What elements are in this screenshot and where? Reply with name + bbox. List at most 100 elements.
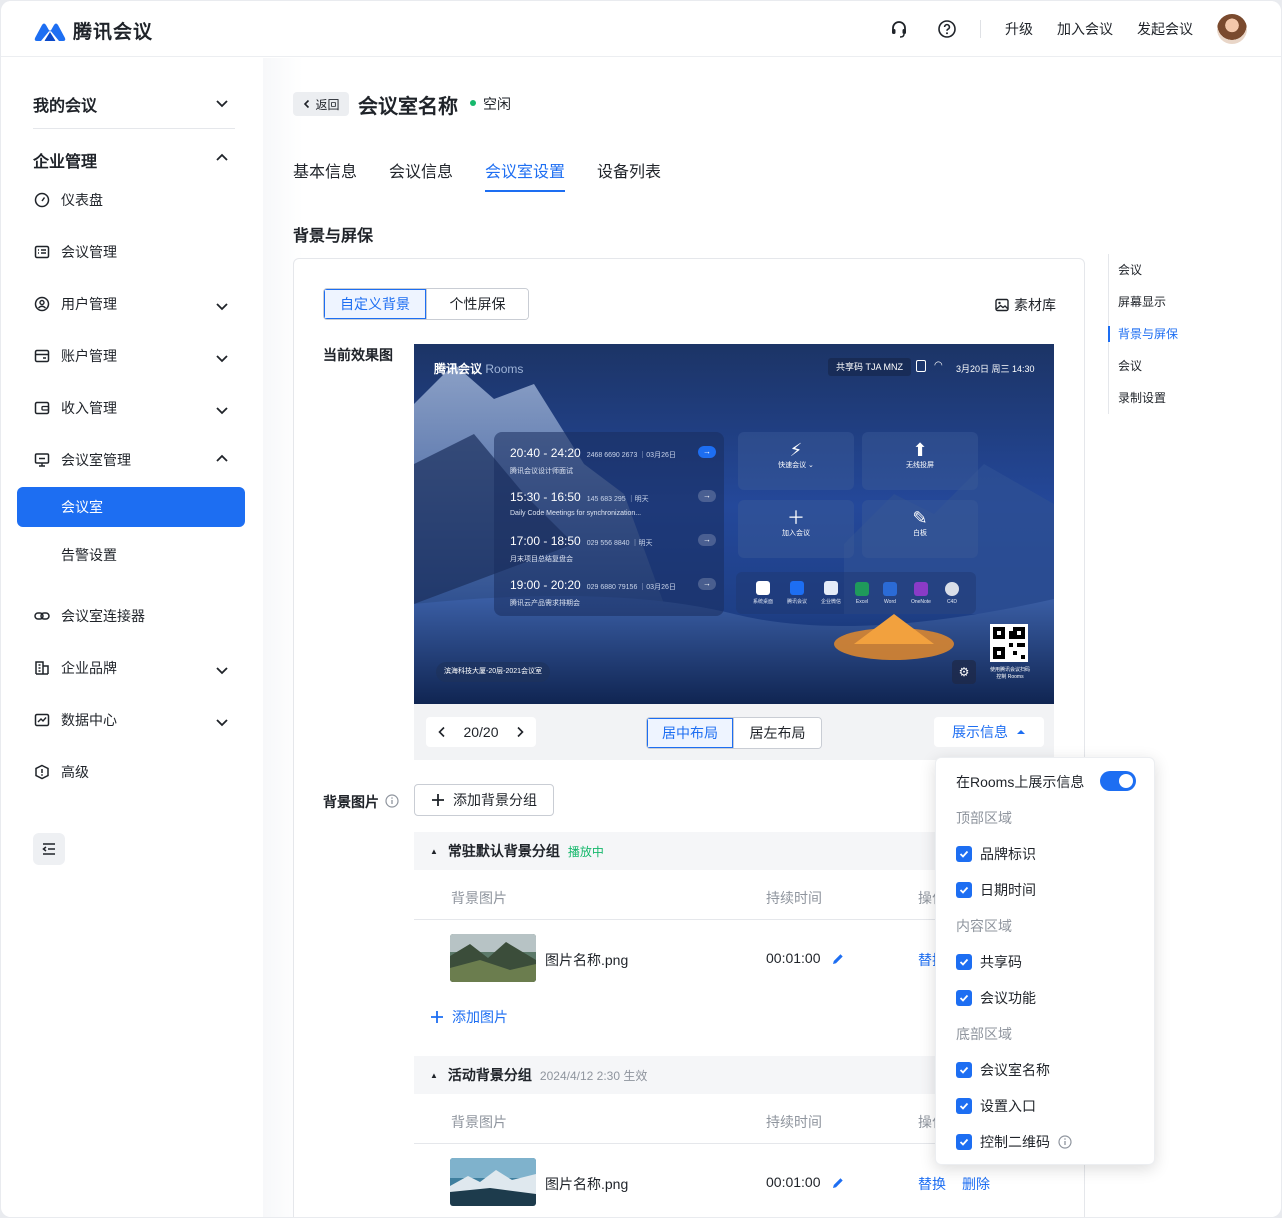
chevron-up-icon[interactable] xyxy=(215,452,229,466)
lightning-icon: ⚡ xyxy=(789,440,803,460)
preview-pager: 20/20 xyxy=(426,717,536,747)
screensaver-tab[interactable]: 个性屏保 xyxy=(426,289,528,319)
delete-link[interactable]: 删除 xyxy=(962,1174,990,1194)
meeting-time: 20:40 - 24:20 xyxy=(510,446,581,460)
anchor-recording-settings[interactable]: 录制设置 xyxy=(1109,382,1248,414)
info-icon[interactable] xyxy=(385,794,399,808)
checkbox-share-code[interactable]: 共享码 xyxy=(956,952,1022,972)
app-desktop: 系统桌面 xyxy=(753,581,773,605)
sidebar-item-alert-settings[interactable]: 告警设置 xyxy=(61,545,117,565)
checkbox-label: 会议室名称 xyxy=(980,1062,1050,1078)
cast-icon: ⬆ xyxy=(912,440,928,460)
checkbox-datetime[interactable]: 日期时间 xyxy=(956,880,1036,900)
sidebar-item-room-management[interactable]: 会议室管理 xyxy=(33,449,131,471)
sidebar-item-dashboard[interactable]: 仪表盘 xyxy=(33,189,103,211)
help-icon[interactable] xyxy=(936,18,958,40)
caret-up-icon[interactable]: ▲ xyxy=(430,847,438,856)
wifi-icon: ◠ xyxy=(934,360,943,371)
layout-segmented-control: 居中布局 居左布局 xyxy=(646,717,822,749)
material-library-button[interactable]: 素材库 xyxy=(995,295,1056,315)
headset-icon[interactable] xyxy=(888,18,910,40)
section-anchor-nav: 会议 屏幕显示 背景与屏保 会议 录制设置 xyxy=(1108,254,1248,414)
start-meeting-link[interactable]: 发起会议 xyxy=(1137,19,1193,39)
page-indicator: 20/20 xyxy=(463,724,499,740)
sidebar-item-label: 收入管理 xyxy=(61,400,117,416)
sidebar-item-meeting-room[interactable]: 会议室 xyxy=(17,487,245,527)
edit-icon[interactable] xyxy=(831,1176,845,1190)
show-info-dropdown[interactable]: 展示信息 xyxy=(934,717,1044,747)
anchor-screen-display[interactable]: 屏幕显示 xyxy=(1109,286,1248,318)
sidebar-item-enterprise-brand[interactable]: 企业品牌 xyxy=(33,657,117,679)
avatar[interactable] xyxy=(1217,14,1247,44)
sidebar-group-my-meetings[interactable]: 我的会议 xyxy=(33,92,97,116)
anchor-meeting-2[interactable]: 会议 xyxy=(1109,350,1248,382)
arrow-right-icon: → xyxy=(698,534,716,546)
tab-basic-info[interactable]: 基本信息 xyxy=(293,158,357,190)
checkbox-room-name[interactable]: 会议室名称 xyxy=(956,1060,1050,1080)
chevron-down-icon[interactable] xyxy=(215,403,229,417)
chevron-down-icon[interactable] xyxy=(215,96,229,110)
whiteboard-icon: ✎ xyxy=(912,508,928,528)
background-thumbnail[interactable] xyxy=(450,934,536,982)
sidebar-item-advanced[interactable]: 高级 xyxy=(33,761,89,783)
sidebar-item-label: 会议室管理 xyxy=(61,452,131,468)
show-on-rooms-toggle[interactable] xyxy=(1100,771,1136,791)
replace-link[interactable]: 替换 xyxy=(918,1174,946,1194)
chevron-down-icon[interactable] xyxy=(215,351,229,365)
tab-meeting-info[interactable]: 会议信息 xyxy=(389,158,453,190)
sidebar-item-data-center[interactable]: 数据中心 xyxy=(33,709,117,731)
back-button[interactable]: 返回 xyxy=(293,92,349,116)
anchor-background-screensaver[interactable]: 背景与屏保 xyxy=(1108,318,1248,350)
add-background-group-button[interactable]: 添加背景分组 xyxy=(414,784,554,816)
background-image-label: 背景图片 xyxy=(323,794,379,810)
c4d-icon xyxy=(944,581,959,596)
sidebar-item-label: 会议管理 xyxy=(61,244,117,260)
chevron-down-icon[interactable] xyxy=(215,715,229,729)
logo[interactable]: 腾讯会议 xyxy=(33,17,153,44)
left-layout-button[interactable]: 居左布局 xyxy=(733,718,821,748)
list-icon xyxy=(33,243,51,261)
column-header-duration: 持续时间 xyxy=(766,890,822,906)
sidebar-group-enterprise[interactable]: 企业管理 xyxy=(33,148,97,172)
collapse-sidebar-button[interactable] xyxy=(33,833,65,865)
current-effect-label: 当前效果图 xyxy=(323,347,393,363)
upgrade-link[interactable]: 升级 xyxy=(1005,19,1033,39)
mode-segmented-control: 自定义背景 个性屏保 xyxy=(323,288,529,320)
show-info-label: 展示信息 xyxy=(952,724,1008,740)
app-excel: Excel xyxy=(854,581,869,605)
chevron-left-icon[interactable] xyxy=(436,726,448,738)
column-header-image: 背景图片 xyxy=(451,1114,507,1130)
divider xyxy=(33,128,235,129)
chevron-down-icon[interactable] xyxy=(215,299,229,313)
sidebar-item-room-connector[interactable]: 会议室连接器 xyxy=(33,605,145,627)
chevron-down-icon[interactable] xyxy=(215,663,229,677)
center-layout-button[interactable]: 居中布局 xyxy=(647,718,733,748)
checkbox-label: 品牌标识 xyxy=(980,846,1036,862)
checkbox-brand-logo[interactable]: 品牌标识 xyxy=(956,844,1036,864)
dashboard-icon xyxy=(33,191,51,209)
checkbox-checked-icon xyxy=(956,954,972,970)
preview-qr-text: 使用腾讯会议扫码控制 Rooms xyxy=(989,667,1030,680)
edit-icon[interactable] xyxy=(831,952,845,966)
sidebar-item-revenue-management[interactable]: 收入管理 xyxy=(33,397,117,419)
section-content-area: 内容区域 xyxy=(956,918,1012,934)
background-thumbnail[interactable] xyxy=(450,1158,536,1206)
checkbox-control-qr[interactable]: 控制二维码 xyxy=(956,1132,1072,1152)
add-image-button[interactable]: 添加图片 xyxy=(430,1007,508,1027)
chevron-right-icon[interactable] xyxy=(514,726,526,738)
custom-background-tab[interactable]: 自定义背景 xyxy=(324,289,426,319)
wecom-icon xyxy=(823,581,838,595)
chevron-up-icon[interactable] xyxy=(215,151,229,165)
anchor-meeting[interactable]: 会议 xyxy=(1109,254,1248,286)
join-meeting-link[interactable]: 加入会议 xyxy=(1057,19,1113,39)
sidebar-item-account-management[interactable]: 账户管理 xyxy=(33,345,117,367)
caret-up-icon[interactable]: ▲ xyxy=(430,1071,438,1080)
checkbox-meeting-functions[interactable]: 会议功能 xyxy=(956,988,1036,1008)
status-dot xyxy=(470,100,476,106)
info-icon[interactable] xyxy=(1058,1135,1072,1149)
tab-device-list[interactable]: 设备列表 xyxy=(597,158,661,190)
sidebar-item-user-management[interactable]: 用户管理 xyxy=(33,293,117,315)
checkbox-settings-entry[interactable]: 设置入口 xyxy=(956,1096,1036,1116)
tab-room-settings[interactable]: 会议室设置 xyxy=(485,158,566,192)
sidebar-item-meeting-management[interactable]: 会议管理 xyxy=(33,241,117,263)
